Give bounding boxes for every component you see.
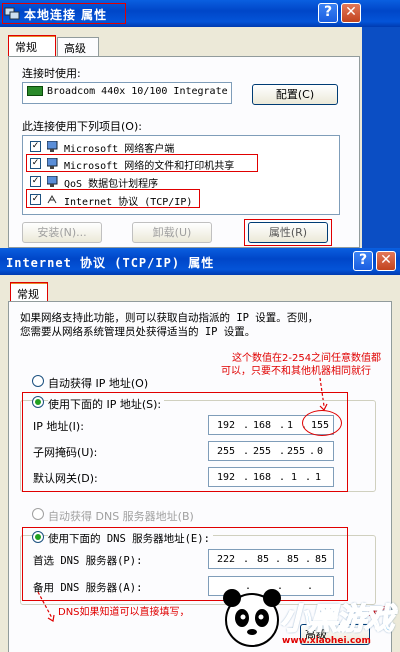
subnet-octet-1: 255 bbox=[217, 446, 236, 457]
adapter-field: Broadcom 440x 10/100 Integrate bbox=[22, 82, 232, 104]
gateway-octet-3: 1 bbox=[291, 472, 298, 483]
window2-titlebar: Internet 协议 (TCP/IP) 属性 ? ✕ bbox=[0, 248, 400, 275]
subnet-octet-3: 255 bbox=[287, 446, 306, 457]
auto-dns-radio[interactable] bbox=[32, 508, 44, 520]
gateway-octet-1: 192 bbox=[217, 472, 236, 483]
network-client-icon bbox=[47, 141, 58, 152]
ip-note-line-1: 这个数值在2-254之间任意数值都 bbox=[232, 353, 382, 364]
gateway-input[interactable]: 192. 168. 1. 1 bbox=[208, 467, 334, 487]
subnet-octet-2: 255 bbox=[253, 446, 272, 457]
pdns-octet-3: 85 bbox=[287, 554, 300, 565]
brand-logo-text: 小黑游戏 bbox=[279, 601, 395, 638]
adapter-icon bbox=[27, 86, 43, 96]
annotation-box-properties bbox=[244, 219, 332, 246]
pdns-octet-1: 222 bbox=[217, 554, 236, 565]
gateway-octet-2: 168 bbox=[253, 472, 272, 483]
subnet-mask-label: 子网掩码(U): bbox=[33, 446, 98, 459]
pdns-octet-2: 85 bbox=[257, 554, 270, 565]
annotation-box-title bbox=[2, 3, 126, 24]
uninstall-button[interactable]: 卸载(U) bbox=[132, 222, 212, 243]
install-button[interactable]: 安装(N)... bbox=[22, 222, 102, 243]
item-label-ms-client: Microsoft 网络客户端 bbox=[64, 144, 175, 155]
ip-note-line-2: 可以，只要不和其他机器相同就行 bbox=[221, 366, 371, 377]
brand-logo: 小黑游戏 bbox=[279, 592, 398, 638]
gateway-octet-4: 1 bbox=[315, 472, 322, 483]
close-button-2[interactable]: ✕ bbox=[376, 251, 396, 271]
qos-icon bbox=[47, 176, 58, 187]
item-checkbox-ms-client[interactable]: ✓ bbox=[30, 141, 41, 152]
ip-octet-1: 192 bbox=[217, 420, 236, 431]
preferred-dns-input[interactable]: 222. 85. 85. 85 bbox=[208, 549, 334, 569]
subnet-octet-4: 0 bbox=[317, 446, 324, 457]
preferred-dns-label: 首选 DNS 服务器(P): bbox=[33, 555, 143, 567]
ip-octet-3: 1 bbox=[287, 420, 294, 431]
help-button[interactable]: ? bbox=[318, 3, 338, 23]
adapter-name: Broadcom 440x 10/100 Integrate bbox=[47, 86, 228, 97]
dns-note: DNS如果知道可以直接填写， bbox=[58, 607, 190, 618]
annotation-box-tab bbox=[8, 35, 56, 57]
intro-line-2: 您需要从网络系统管理员处获得适当的 IP 设置。 bbox=[20, 326, 256, 338]
help-button-2[interactable]: ? bbox=[353, 251, 373, 271]
pdns-octet-4: 85 bbox=[315, 554, 328, 565]
item-label-qos: QoS 数据包计划程序 bbox=[64, 179, 159, 190]
gateway-label: 默认网关(D): bbox=[33, 472, 98, 485]
auto-dns-label: 自动获得 DNS 服务器地址(B) bbox=[48, 510, 194, 523]
window2-title: Internet 协议 (TCP/IP) 属性 bbox=[6, 256, 215, 270]
intro-line-1: 如果网络支持此功能，则可以获取自动指派的 IP 设置。否则， bbox=[20, 312, 319, 324]
ip-octet-2: 168 bbox=[253, 420, 272, 431]
annotation-box-file-sharing bbox=[26, 154, 258, 172]
auto-ip-radio[interactable] bbox=[32, 375, 44, 387]
item-checkbox-qos[interactable]: ✓ bbox=[30, 176, 41, 187]
annotation-circle-ip-octet bbox=[302, 410, 342, 436]
subnet-mask-input[interactable]: 255. 255. 255. 0 bbox=[208, 441, 334, 461]
panda-mascot-logo bbox=[223, 589, 281, 647]
annotation-box-tab-2 bbox=[10, 282, 48, 302]
close-button[interactable]: ✕ bbox=[341, 3, 361, 23]
window1-background-edge bbox=[362, 27, 400, 249]
tab-advanced-label: 高级 bbox=[64, 42, 86, 55]
tab-advanced[interactable]: 高级 bbox=[57, 37, 99, 57]
connect-using-label: 连接时使用: bbox=[22, 67, 81, 80]
ip-address-label: IP 地址(I): bbox=[33, 420, 84, 433]
annotation-box-tcpip bbox=[26, 189, 200, 208]
auto-ip-label: 自动获得 IP 地址(O) bbox=[48, 377, 149, 390]
items-label: 此连接使用下列项目(O): bbox=[22, 120, 142, 133]
watermark-url: www.xiaohei.com bbox=[282, 636, 371, 646]
configure-button[interactable]: 配置(C) bbox=[252, 84, 338, 105]
